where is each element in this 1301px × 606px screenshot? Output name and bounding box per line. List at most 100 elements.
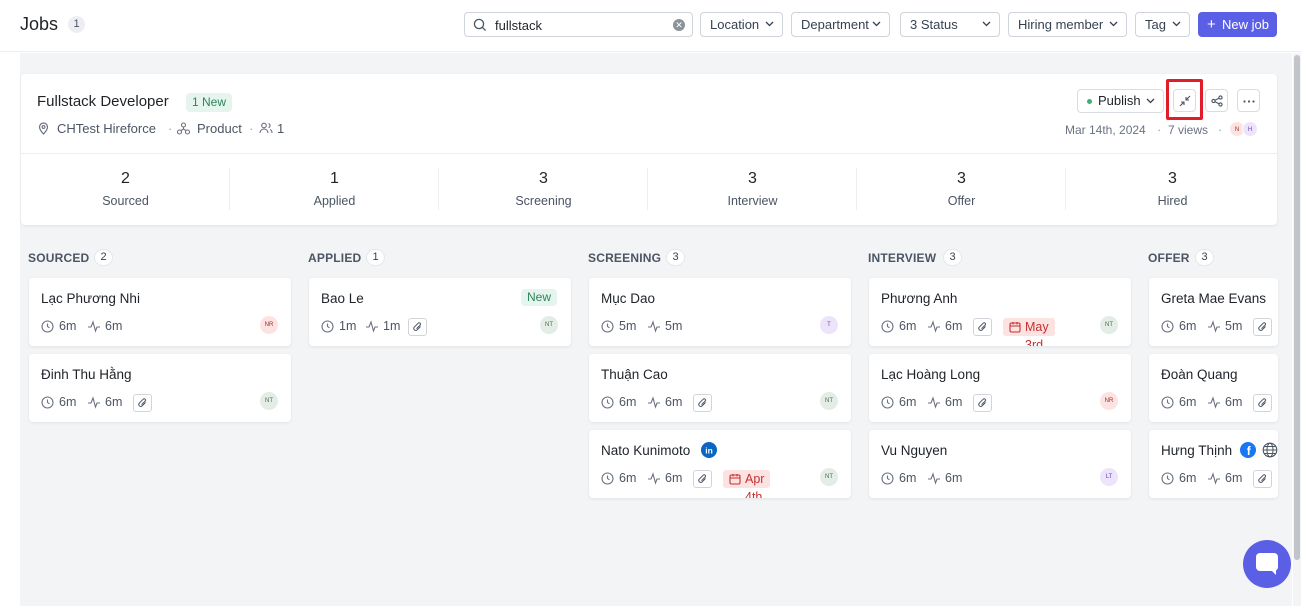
stage-label: Hired: [1157, 194, 1188, 208]
candidate-name[interactable]: Vu Nguyen: [881, 443, 947, 458]
hiring-member-filter[interactable]: Hiring member: [1008, 12, 1127, 37]
attachment-indicator[interactable]: [1253, 470, 1272, 488]
clock-icon: [1161, 396, 1174, 409]
scrollbar-thumb[interactable]: [1294, 55, 1300, 560]
stage-summary-offer[interactable]: 3 Offer: [857, 154, 1066, 226]
last-activity: 6m: [945, 319, 963, 333]
last-activity: 5m: [1225, 319, 1243, 333]
tag-filter[interactable]: Tag: [1135, 12, 1190, 37]
last-activity: 6m: [665, 395, 683, 409]
clock-icon: [881, 320, 894, 333]
candidate-card[interactable]: Lạc Phương Nhi 6m 6m NR: [29, 278, 291, 346]
more-options-button[interactable]: [1237, 89, 1260, 112]
candidate-card[interactable]: Phương Anh 6m 6m May 3rd NT: [869, 278, 1131, 346]
location-filter[interactable]: Location: [700, 12, 783, 37]
calendar-icon: [1009, 322, 1021, 333]
candidate-name[interactable]: Đinh Thu Hằng: [41, 367, 132, 382]
candidate-name[interactable]: Greta Mae Evans: [1161, 291, 1266, 306]
meta-separator: ·: [1218, 122, 1223, 137]
scheduled-date-chip[interactable]: May 3rd: [1003, 318, 1055, 346]
candidate-card[interactable]: Vu Nguyen 6m 6m LT: [869, 430, 1131, 498]
attachment-indicator[interactable]: [1253, 394, 1272, 412]
candidate-name[interactable]: Lạc Phương Nhi: [41, 291, 140, 306]
candidate-name[interactable]: Thuận Cao: [601, 367, 668, 382]
clear-search-icon[interactable]: ✕: [673, 19, 685, 31]
attachment-indicator[interactable]: [133, 394, 152, 412]
stage-summary-applied[interactable]: 1 Applied: [230, 154, 439, 226]
facebook-icon[interactable]: f: [1240, 442, 1256, 458]
filter-label: 3 Status: [910, 17, 958, 32]
activity-icon: [928, 396, 940, 409]
stage-summary-interview[interactable]: 3 Interview: [648, 154, 857, 226]
stage-summary-screening[interactable]: 3 Screening: [439, 154, 648, 226]
avatar[interactable]: NT: [820, 392, 838, 410]
attachment-indicator[interactable]: [408, 318, 427, 336]
column-count: 2: [94, 249, 113, 266]
attachment-indicator[interactable]: [973, 394, 992, 412]
avatar[interactable]: NR: [260, 316, 278, 334]
avatar[interactable]: NT: [260, 392, 278, 410]
chevron-down-icon: [765, 21, 774, 27]
page-scrollbar[interactable]: [1293, 53, 1301, 606]
avatar[interactable]: T: [820, 316, 838, 334]
candidate-name[interactable]: Đoàn Quang: [1161, 367, 1238, 382]
candidate-name[interactable]: Phương Anh: [881, 291, 957, 306]
candidate-card[interactable]: Thuận Cao 6m 6m NT: [589, 354, 851, 422]
job-created-date: Mar 14th, 2024: [1065, 123, 1146, 137]
candidate-name[interactable]: Bao Le: [321, 291, 364, 306]
stage-summary-hired[interactable]: 3 Hired: [1068, 154, 1277, 226]
candidate-card[interactable]: Đinh Thu Hằng 6m 6m NT: [29, 354, 291, 422]
candidate-name[interactable]: Hưng Thịnh: [1161, 443, 1232, 458]
attachment-indicator[interactable]: [973, 318, 992, 336]
attachment-indicator[interactable]: [693, 394, 712, 412]
linkedin-icon[interactable]: in: [701, 442, 717, 458]
candidate-card[interactable]: Đoàn Quang 6m 6m: [1149, 354, 1278, 422]
chat-bubble-tail: [1270, 569, 1276, 575]
pipeline-summary: 2 Sourced 1 Applied 3 Screening 3 Interv…: [21, 153, 1277, 225]
candidate-name[interactable]: Nato Kunimoto: [601, 443, 690, 458]
new-candidate-badge: New: [521, 289, 558, 306]
candidate-card[interactable]: Nato Kunimoto in 6m 6m Apr 4th NT: [589, 430, 851, 498]
clock-icon: [601, 396, 614, 409]
search-box[interactable]: ✕: [464, 12, 693, 37]
candidate-card[interactable]: Bao Le New 1m 1m NT: [309, 278, 571, 346]
last-activity: 1m: [383, 319, 401, 333]
publish-status-dropdown[interactable]: Publish: [1077, 89, 1164, 113]
avatar[interactable]: NT: [1100, 316, 1118, 334]
collapse-button-highlight: [1166, 79, 1203, 120]
attachment-indicator[interactable]: [693, 470, 712, 488]
avatar[interactable]: NT: [820, 468, 838, 486]
new-job-button[interactable]: + New job: [1198, 12, 1277, 37]
filter-label: Department: [801, 17, 869, 32]
candidate-card[interactable]: Mục Dao 5m 5m T: [589, 278, 851, 346]
candidate-name[interactable]: Lạc Hoàng Long: [881, 367, 980, 382]
candidate-name[interactable]: Mục Dao: [601, 291, 655, 306]
candidate-card[interactable]: Lạc Hoàng Long 6m 6m NR: [869, 354, 1131, 422]
chat-widget-button[interactable]: [1243, 540, 1291, 588]
status-filter[interactable]: 3 Status: [900, 12, 1000, 37]
avatar[interactable]: LT: [1100, 468, 1118, 486]
chevron-down-icon: [1109, 21, 1118, 27]
plus-icon: +: [1207, 16, 1216, 33]
attachment-indicator[interactable]: [1253, 318, 1272, 336]
chevron-down-icon: [1146, 98, 1155, 104]
new-job-label: New job: [1222, 17, 1269, 32]
avatar[interactable]: NR: [1100, 392, 1118, 410]
search-input[interactable]: [495, 16, 665, 34]
department-filter[interactable]: Department: [791, 12, 890, 37]
stage-count: 2: [121, 170, 130, 187]
scheduled-date-chip[interactable]: Apr 4th: [723, 470, 771, 498]
globe-icon[interactable]: [1262, 442, 1278, 458]
last-activity: 6m: [105, 319, 123, 333]
chevron-down-icon: [872, 21, 881, 27]
avatar[interactable]: NT: [540, 316, 558, 334]
avatar[interactable]: H: [1242, 121, 1258, 137]
stage-summary-sourced[interactable]: 2 Sourced: [21, 154, 230, 226]
candidate-card[interactable]: Greta Mae Evans 6m 5m: [1149, 278, 1278, 346]
stage-count: 3: [957, 170, 966, 187]
last-activity: 6m: [945, 471, 963, 485]
paperclip-icon: [978, 398, 986, 407]
candidate-card[interactable]: Hưng Thịnh f 6m 6m: [1149, 430, 1278, 498]
share-button[interactable]: [1205, 89, 1228, 112]
job-title[interactable]: Fullstack Developer: [37, 93, 169, 110]
